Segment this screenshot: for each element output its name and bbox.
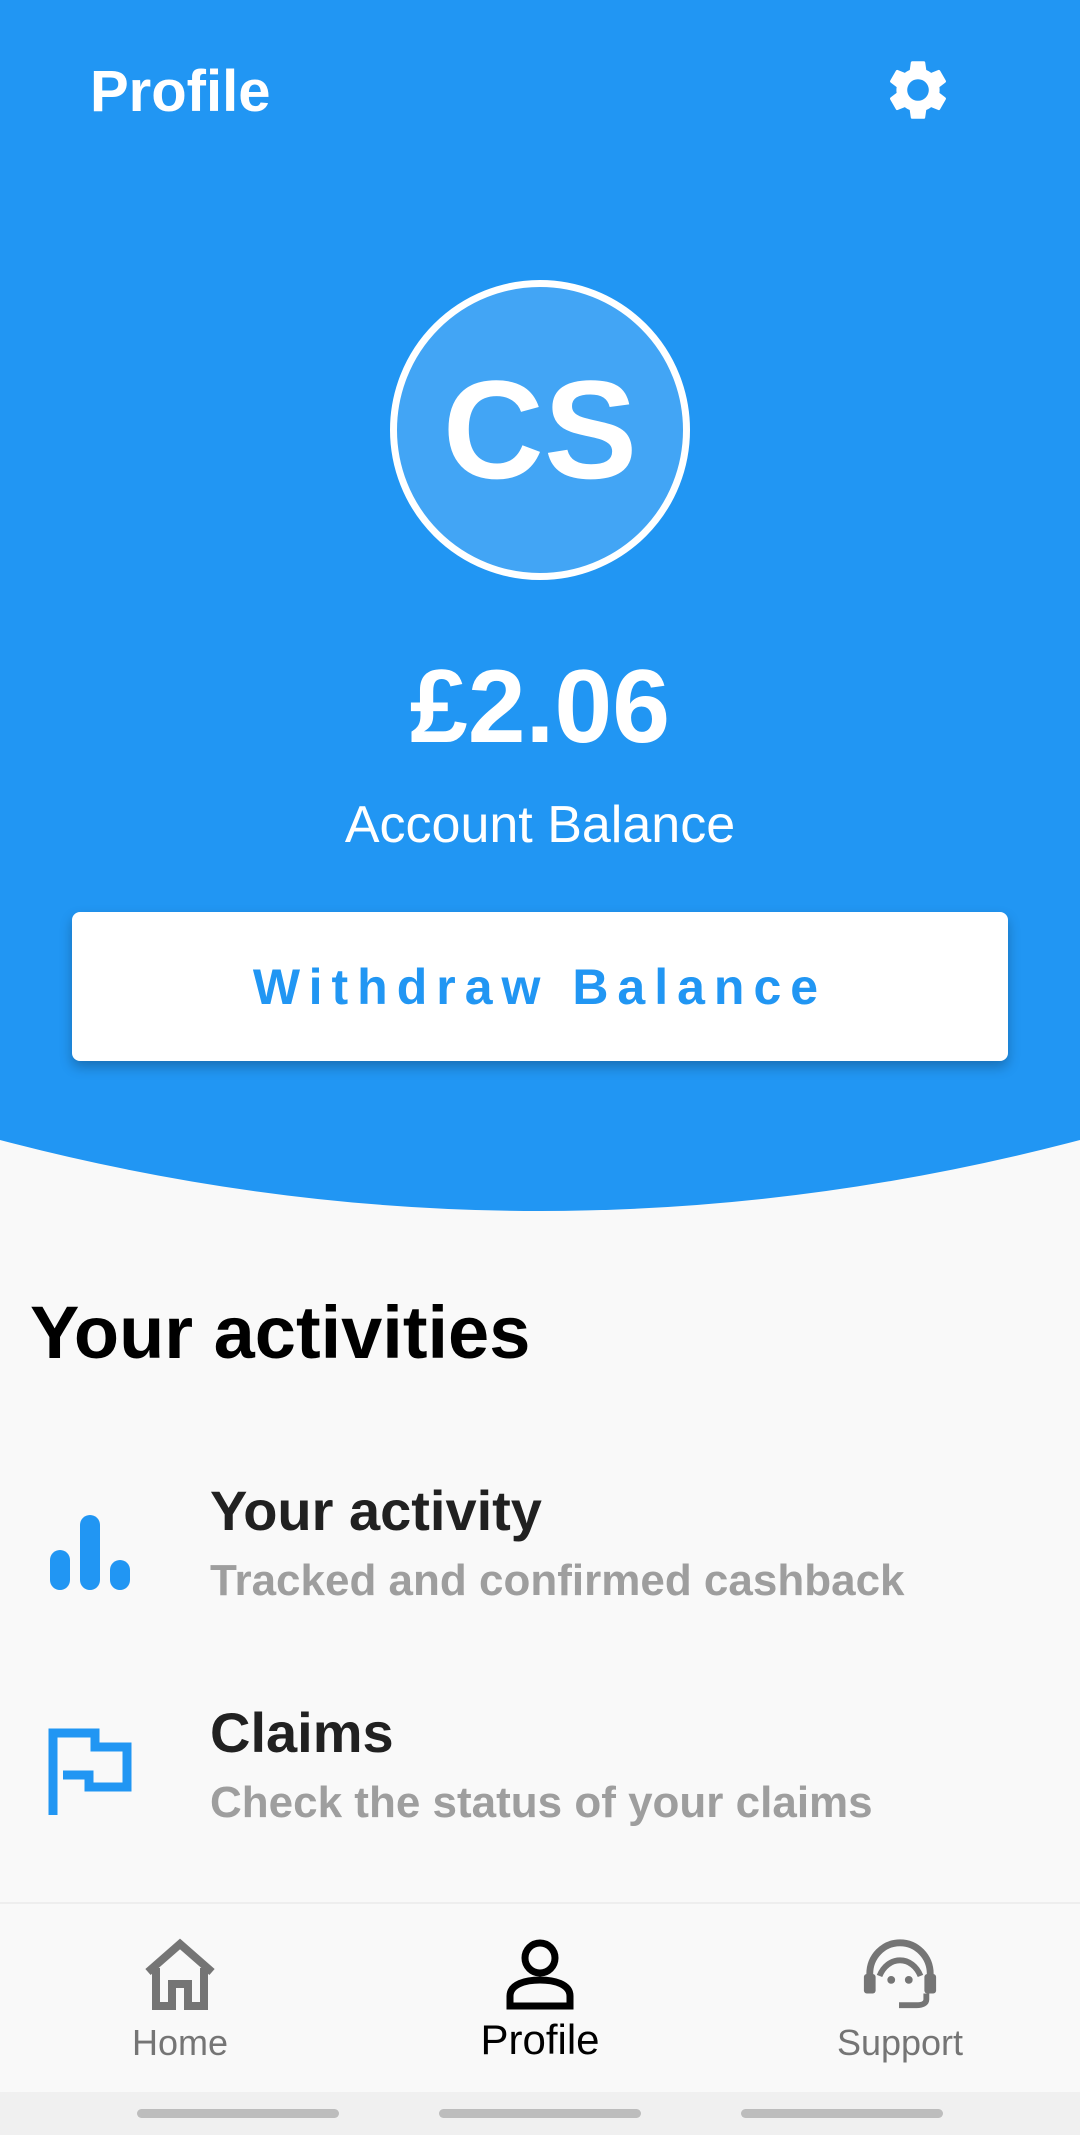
nav-label: Profile <box>480 2016 600 2063</box>
flag-icon <box>40 1722 140 1822</box>
home-icon <box>140 1934 220 2014</box>
bar-chart-icon <box>40 1500 140 1600</box>
activity-item-subtitle: Check the status of your claims <box>210 1778 873 1827</box>
activity-item-claims[interactable]: Claims Check the status of your claims <box>0 1682 1080 1882</box>
withdraw-balance-button[interactable]: Withdraw Balance <box>72 912 1008 1061</box>
nav-item-profile[interactable]: Profile <box>390 1904 690 2094</box>
person-icon <box>500 1934 580 2014</box>
gear-icon <box>889 61 947 119</box>
support-agent-icon <box>860 1934 940 2014</box>
balance-label: Account Balance <box>344 796 736 854</box>
activity-item-title: Claims <box>210 1701 394 1764</box>
nav-label: Home <box>131 2022 229 2063</box>
nav-item-support[interactable]: Support <box>750 1904 1050 2094</box>
settings-button[interactable] <box>878 50 958 130</box>
activity-item-your-activity[interactable]: Your activity Tracked and confirmed cash… <box>0 1460 1080 1660</box>
gesture-pill <box>439 2109 641 2118</box>
activity-item-subtitle: Tracked and confirmed cashback <box>210 1556 905 1605</box>
page-title: Profile <box>90 59 271 124</box>
nav-item-home[interactable]: Home <box>30 1904 330 2094</box>
profile-header: Profile CS £2.06 Account Balance Withdra… <box>0 0 1080 1215</box>
gesture-bar <box>0 2092 1080 2135</box>
activity-item-title: Your activity <box>210 1479 542 1542</box>
balance-amount: £2.06 <box>409 649 671 765</box>
avatar: CS <box>390 280 690 580</box>
bottom-navigation: Home Profile Support <box>0 1902 1080 2092</box>
section-title-activities: Your activities <box>30 1291 531 1374</box>
gesture-pill <box>741 2109 943 2118</box>
gesture-pill <box>137 2109 339 2118</box>
nav-label: Support <box>836 2022 964 2063</box>
